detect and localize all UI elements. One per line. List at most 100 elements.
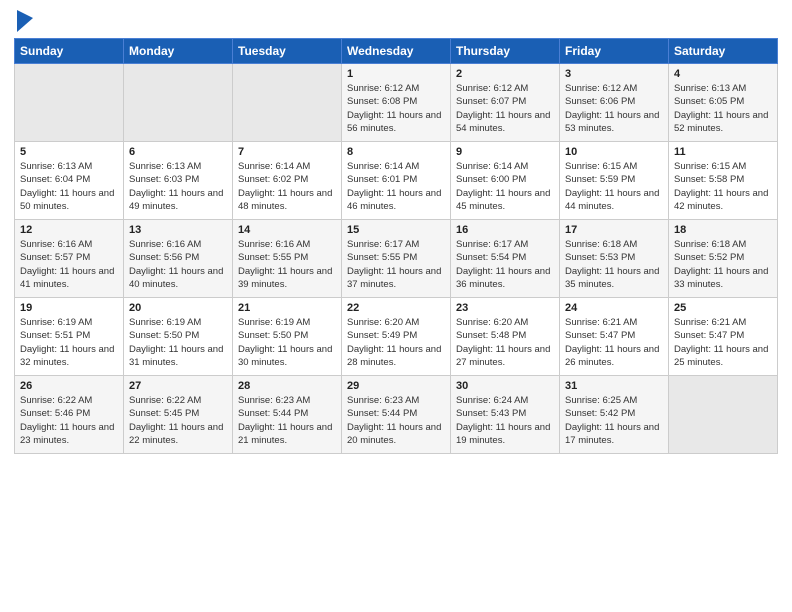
cell-info: Sunrise: 6:14 AM Sunset: 6:01 PM Dayligh… [347, 160, 445, 213]
calendar-cell: 7Sunrise: 6:14 AM Sunset: 6:02 PM Daylig… [233, 142, 342, 220]
cell-info: Sunrise: 6:13 AM Sunset: 6:04 PM Dayligh… [20, 160, 118, 213]
calendar-week-row: 1 Sunrise: 6:12 AM Sunset: 6:08 PM Daylig… [15, 64, 778, 142]
day-number: 31 [565, 380, 663, 392]
day-number: 11 [674, 146, 772, 158]
calendar-page: SundayMondayTuesdayWednesdayThursdayFrid… [0, 0, 792, 612]
header-day: Sunday [15, 39, 124, 64]
cell-info: Sunrise: 6:22 AM Sunset: 5:46 PM Dayligh… [20, 394, 118, 447]
header-day: Tuesday [233, 39, 342, 64]
calendar-cell: 24 Sunrise: 6:21 AM Sunset: 5:47 PM Dayli… [560, 298, 669, 376]
day-number: 7 [238, 146, 336, 158]
cell-info: Sunrise: 6:19 AM Sunset: 5:50 PM Dayligh… [238, 316, 336, 369]
cell-info: Sunrise: 6:20 AM Sunset: 5:49 PM Dayligh… [347, 316, 445, 369]
calendar-week-row: 12 Sunrise: 6:16 AM Sunset: 5:57 PM Dayli… [15, 220, 778, 298]
calendar-cell: 23 Sunrise: 6:20 AM Sunset: 5:48 PM Dayli… [451, 298, 560, 376]
calendar-cell [15, 64, 124, 142]
calendar-week-row: 26Sunrise: 6:22 AM Sunset: 5:46 PM Dayli… [15, 376, 778, 454]
day-number: 15 [347, 224, 445, 236]
day-number: 17 [565, 224, 663, 236]
calendar-cell: 5 Sunrise: 6:13 AM Sunset: 6:04 PM Daylig… [15, 142, 124, 220]
cell-info: Sunrise: 6:23 AM Sunset: 5:44 PM Dayligh… [238, 394, 336, 447]
calendar-cell: 25Sunrise: 6:21 AM Sunset: 5:47 PM Dayli… [669, 298, 778, 376]
cell-info: Sunrise: 6:12 AM Sunset: 6:07 PM Dayligh… [456, 82, 554, 135]
cell-info: Sunrise: 6:20 AM Sunset: 5:48 PM Dayligh… [456, 316, 554, 369]
calendar-cell: 2 Sunrise: 6:12 AM Sunset: 6:07 PM Daylig… [451, 64, 560, 142]
calendar-cell: 3 Sunrise: 6:12 AM Sunset: 6:06 PM Daylig… [560, 64, 669, 142]
calendar-cell: 30Sunrise: 6:24 AM Sunset: 5:43 PM Dayli… [451, 376, 560, 454]
day-number: 3 [565, 68, 663, 80]
day-number: 25 [674, 302, 772, 314]
calendar-cell: 12 Sunrise: 6:16 AM Sunset: 5:57 PM Dayli… [15, 220, 124, 298]
day-number: 29 [347, 380, 445, 392]
calendar-cell: 11 Sunrise: 6:15 AM Sunset: 5:58 PM Dayli… [669, 142, 778, 220]
cell-info: Sunrise: 6:15 AM Sunset: 5:59 PM Dayligh… [565, 160, 663, 213]
day-number: 21 [238, 302, 336, 314]
calendar-cell: 8 Sunrise: 6:14 AM Sunset: 6:01 PM Daylig… [342, 142, 451, 220]
day-number: 28 [238, 380, 336, 392]
calendar-cell: 9 Sunrise: 6:14 AM Sunset: 6:00 PM Daylig… [451, 142, 560, 220]
day-number: 8 [347, 146, 445, 158]
calendar-cell: 21 Sunrise: 6:19 AM Sunset: 5:50 PM Dayli… [233, 298, 342, 376]
cell-info: Sunrise: 6:19 AM Sunset: 5:50 PM Dayligh… [129, 316, 227, 369]
day-number: 13 [129, 224, 227, 236]
calendar-cell: 19Sunrise: 6:19 AM Sunset: 5:51 PM Dayli… [15, 298, 124, 376]
cell-info: Sunrise: 6:21 AM Sunset: 5:47 PM Dayligh… [565, 316, 663, 369]
day-number: 14 [238, 224, 336, 236]
calendar-cell [124, 64, 233, 142]
calendar-cell: 26Sunrise: 6:22 AM Sunset: 5:46 PM Dayli… [15, 376, 124, 454]
day-number: 18 [674, 224, 772, 236]
day-number: 23 [456, 302, 554, 314]
day-number: 27 [129, 380, 227, 392]
header-day: Saturday [669, 39, 778, 64]
cell-info: Sunrise: 6:16 AM Sunset: 5:55 PM Dayligh… [238, 238, 336, 291]
cell-info: Sunrise: 6:23 AM Sunset: 5:44 PM Dayligh… [347, 394, 445, 447]
cell-info: Sunrise: 6:13 AM Sunset: 6:03 PM Dayligh… [129, 160, 227, 213]
cell-info: Sunrise: 6:24 AM Sunset: 5:43 PM Dayligh… [456, 394, 554, 447]
day-number: 5 [20, 146, 118, 158]
header-row: SundayMondayTuesdayWednesdayThursdayFrid… [15, 39, 778, 64]
cell-info: Sunrise: 6:14 AM Sunset: 6:00 PM Dayligh… [456, 160, 554, 213]
cell-info: Sunrise: 6:12 AM Sunset: 6:08 PM Dayligh… [347, 82, 445, 135]
cell-info: Sunrise: 6:16 AM Sunset: 5:56 PM Dayligh… [129, 238, 227, 291]
calendar-week-row: 5 Sunrise: 6:13 AM Sunset: 6:04 PM Daylig… [15, 142, 778, 220]
calendar-cell: 14 Sunrise: 6:16 AM Sunset: 5:55 PM Dayli… [233, 220, 342, 298]
calendar-cell: 16 Sunrise: 6:17 AM Sunset: 5:54 PM Dayli… [451, 220, 560, 298]
header-day: Wednesday [342, 39, 451, 64]
header [14, 10, 778, 32]
cell-info: Sunrise: 6:15 AM Sunset: 5:58 PM Dayligh… [674, 160, 772, 213]
cell-info: Sunrise: 6:25 AM Sunset: 5:42 PM Dayligh… [565, 394, 663, 447]
calendar-table: SundayMondayTuesdayWednesdayThursdayFrid… [14, 38, 778, 454]
cell-info: Sunrise: 6:17 AM Sunset: 5:55 PM Dayligh… [347, 238, 445, 291]
day-number: 9 [456, 146, 554, 158]
logo-icon [17, 10, 33, 32]
header-day: Monday [124, 39, 233, 64]
day-number: 6 [129, 146, 227, 158]
cell-info: Sunrise: 6:17 AM Sunset: 5:54 PM Dayligh… [456, 238, 554, 291]
calendar-cell [233, 64, 342, 142]
day-number: 1 [347, 68, 445, 80]
calendar-cell: 1 Sunrise: 6:12 AM Sunset: 6:08 PM Daylig… [342, 64, 451, 142]
cell-info: Sunrise: 6:19 AM Sunset: 5:51 PM Dayligh… [20, 316, 118, 369]
day-number: 24 [565, 302, 663, 314]
calendar-cell: 13 Sunrise: 6:16 AM Sunset: 5:56 PM Dayli… [124, 220, 233, 298]
calendar-cell: 10 Sunrise: 6:15 AM Sunset: 5:59 PM Dayli… [560, 142, 669, 220]
day-number: 2 [456, 68, 554, 80]
cell-info: Sunrise: 6:16 AM Sunset: 5:57 PM Dayligh… [20, 238, 118, 291]
calendar-cell: 6 Sunrise: 6:13 AM Sunset: 6:03 PM Daylig… [124, 142, 233, 220]
day-number: 12 [20, 224, 118, 236]
header-day: Friday [560, 39, 669, 64]
header-day: Thursday [451, 39, 560, 64]
cell-info: Sunrise: 6:12 AM Sunset: 6:06 PM Dayligh… [565, 82, 663, 135]
day-number: 16 [456, 224, 554, 236]
day-number: 4 [674, 68, 772, 80]
calendar-cell: 4 Sunrise: 6:13 AM Sunset: 6:05 PM Daylig… [669, 64, 778, 142]
cell-info: Sunrise: 6:18 AM Sunset: 5:53 PM Dayligh… [565, 238, 663, 291]
calendar-cell: 29 Sunrise: 6:23 AM Sunset: 5:44 PM Dayli… [342, 376, 451, 454]
calendar-week-row: 19Sunrise: 6:19 AM Sunset: 5:51 PM Dayli… [15, 298, 778, 376]
day-number: 20 [129, 302, 227, 314]
calendar-cell: 18 Sunrise: 6:18 AM Sunset: 5:52 PM Dayli… [669, 220, 778, 298]
day-number: 10 [565, 146, 663, 158]
cell-info: Sunrise: 6:13 AM Sunset: 6:05 PM Dayligh… [674, 82, 772, 135]
calendar-cell: 17 Sunrise: 6:18 AM Sunset: 5:53 PM Dayli… [560, 220, 669, 298]
cell-info: Sunrise: 6:18 AM Sunset: 5:52 PM Dayligh… [674, 238, 772, 291]
